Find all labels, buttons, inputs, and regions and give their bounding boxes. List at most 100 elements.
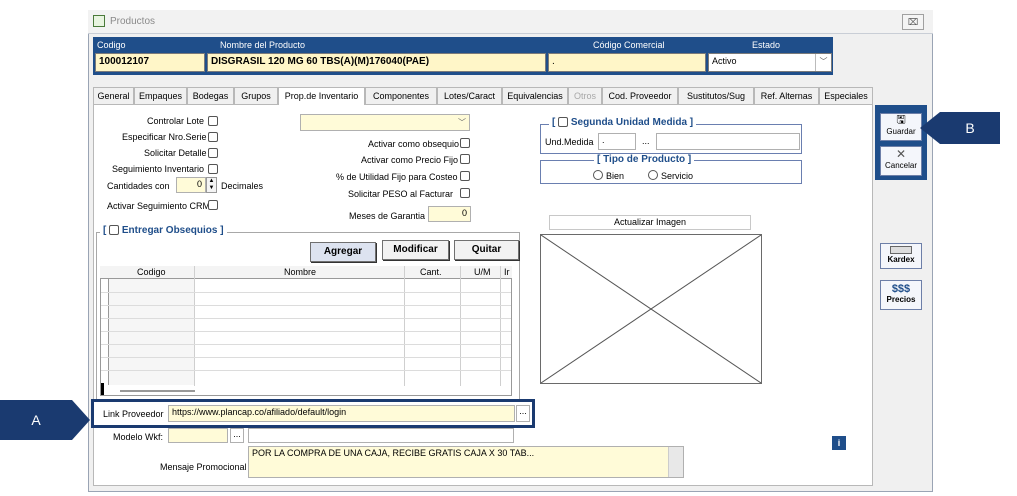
segunda-unidad-text: Segunda Unidad Medida xyxy=(570,117,688,128)
tipo-producto-title: [ Tipo de Producto ] xyxy=(594,154,695,165)
tab-especiales[interactable]: Especiales xyxy=(819,87,873,104)
tab-sustitutos[interactable]: Sustitutos/Sug xyxy=(678,87,754,104)
precio-fijo-checkbox[interactable] xyxy=(460,154,470,164)
precios-button[interactable]: $$$ Precios xyxy=(880,280,922,310)
garantia-label: Meses de Garantia xyxy=(349,211,426,221)
obsequios-checkbox[interactable] xyxy=(109,225,120,236)
grid-row xyxy=(101,292,511,293)
callout-a: A xyxy=(0,400,72,440)
tab-bodegas[interactable]: Bodegas xyxy=(187,87,234,104)
grid-divider xyxy=(500,266,501,386)
actualizar-imagen-button[interactable]: Actualizar Imagen xyxy=(549,215,751,230)
modelo-wkf-desc[interactable] xyxy=(248,428,514,443)
controlar-lote-checkbox[interactable] xyxy=(208,116,218,126)
col-nombre: Nombre xyxy=(284,267,317,277)
decimales-input[interactable]: 0 xyxy=(176,177,206,193)
image-placeholder-icon xyxy=(540,234,762,384)
cancelar-label: Cancelar xyxy=(884,161,917,170)
chevron-down-icon[interactable]: ﹀ xyxy=(815,54,831,71)
modificar-button[interactable]: Modificar xyxy=(382,240,449,260)
seguimiento-inv-label: Seguimiento Inventario xyxy=(112,164,205,174)
controlar-lote-label: Controlar Lote xyxy=(147,116,205,126)
precios-label: Precios xyxy=(886,295,916,304)
precio-fijo-label: Activar como Precio Fijo xyxy=(361,155,459,165)
modelo-wkf-label: Modelo Wkf: xyxy=(113,432,164,442)
bien-radio[interactable] xyxy=(593,170,603,180)
floppy-icon: 🖫 xyxy=(896,114,906,126)
obsequio-label: Activar como obsequio xyxy=(368,139,460,149)
tab-lotes[interactable]: Lotes/Caract xyxy=(437,87,502,104)
garantia-input[interactable]: 0 xyxy=(428,206,471,222)
segunda-unidad-checkbox[interactable] xyxy=(558,117,569,128)
col-ir: Ir xyxy=(504,267,510,277)
peso-checkbox[interactable] xyxy=(460,188,470,198)
quitar-button[interactable]: Quitar xyxy=(454,240,519,260)
agregar-button[interactable]: Agregar xyxy=(310,242,376,262)
especificar-serie-checkbox[interactable] xyxy=(208,132,218,142)
seguimiento-inv-checkbox[interactable] xyxy=(208,164,218,174)
close-button[interactable]: ⌧ xyxy=(902,14,924,30)
estado-select[interactable]: Activo xyxy=(708,53,832,72)
solicitar-detalle-checkbox[interactable] xyxy=(208,148,218,158)
utilidad-label: % de Utilidad Fijo para Costeo xyxy=(336,172,458,182)
obsequios-text: Entregar Obsequios xyxy=(121,225,218,236)
grid-row xyxy=(101,370,511,371)
solicitar-detalle-label: Solicitar Detalle xyxy=(144,148,207,158)
nombre-field[interactable]: DISGRASIL 120 MG 60 TBS(A)(M)176040(PAE) xyxy=(207,53,546,72)
window-title: Productos xyxy=(110,16,156,27)
utilidad-checkbox[interactable] xyxy=(460,171,470,181)
decimales-label: Decimales xyxy=(221,181,264,191)
tab-prop-inventario[interactable]: Prop.de Inventario xyxy=(278,87,365,105)
nombre-label: Nombre del Producto xyxy=(220,40,306,50)
kardex-icon xyxy=(890,246,912,254)
app-icon xyxy=(93,15,105,27)
und-medida-desc[interactable] xyxy=(656,133,800,150)
tab-ref-alternas[interactable]: Ref. Alternas xyxy=(754,87,819,104)
crm-label: Activar Seguimiento CRM xyxy=(107,201,211,211)
guardar-button[interactable]: 🖫 Guardar xyxy=(880,113,922,141)
tab-otros[interactable]: Otros xyxy=(568,87,602,104)
cantidades-label: Cantidades con xyxy=(107,181,170,191)
mensaje-label: Mensaje Promocional xyxy=(160,462,247,472)
codcom-field[interactable]: . xyxy=(548,53,706,72)
grid-row xyxy=(101,344,511,345)
codigo-field[interactable]: 100012107 xyxy=(95,53,205,72)
kardex-button[interactable]: Kardex xyxy=(880,243,922,269)
decimales-stepper[interactable]: ▲ ▼ xyxy=(206,177,217,193)
estado-label: Estado xyxy=(752,40,781,50)
grid-divider xyxy=(460,266,461,386)
obsequios-title: [ Entregar Obsequios ] xyxy=(100,225,227,236)
servicio-label: Servicio xyxy=(661,171,694,181)
und-medida-label: Und.Medida xyxy=(545,137,594,147)
tab-grupos[interactable]: Grupos xyxy=(234,87,278,104)
middle-select[interactable] xyxy=(300,114,470,131)
info-icon[interactable]: i xyxy=(832,436,846,450)
modelo-wkf-input[interactable] xyxy=(168,428,228,443)
modelo-wkf-browse[interactable]: ... xyxy=(230,428,244,443)
callout-b: B xyxy=(940,112,1000,144)
tipo-producto-text: Tipo de Producto xyxy=(603,154,686,165)
callout-b-arrow xyxy=(920,112,940,144)
codigo-label: Codigo xyxy=(97,40,126,50)
und-medida-browse[interactable]: ... xyxy=(642,136,650,146)
product-image[interactable] xyxy=(540,234,762,384)
grid-divider xyxy=(194,266,195,386)
col-codigo: Codigo xyxy=(137,267,166,277)
mensaje-textarea[interactable]: POR LA COMPRA DE UNA CAJA, RECIBE GRATIS… xyxy=(248,446,684,478)
tab-componentes[interactable]: Componentes xyxy=(365,87,437,104)
tab-empaques[interactable]: Empaques xyxy=(134,87,187,104)
tab-cod-proveedor[interactable]: Cod. Proveedor xyxy=(602,87,678,104)
und-medida-input[interactable]: . xyxy=(598,133,636,150)
mensaje-scrollbar[interactable] xyxy=(668,447,683,477)
chevron-down-icon[interactable]: ﹀ xyxy=(455,115,469,130)
title-bar xyxy=(88,10,933,34)
tab-equivalencias[interactable]: Equivalencias xyxy=(502,87,568,104)
grid-row xyxy=(101,318,511,319)
tab-general[interactable]: General xyxy=(93,87,134,104)
servicio-radio[interactable] xyxy=(648,170,658,180)
cancelar-button[interactable]: ✕ Cancelar xyxy=(880,146,922,176)
crm-checkbox[interactable] xyxy=(208,200,218,210)
grid-scrollbar[interactable] xyxy=(120,390,195,392)
segunda-unidad-title: [ Segunda Unidad Medida ] xyxy=(549,117,697,128)
obsequio-checkbox[interactable] xyxy=(460,138,470,148)
